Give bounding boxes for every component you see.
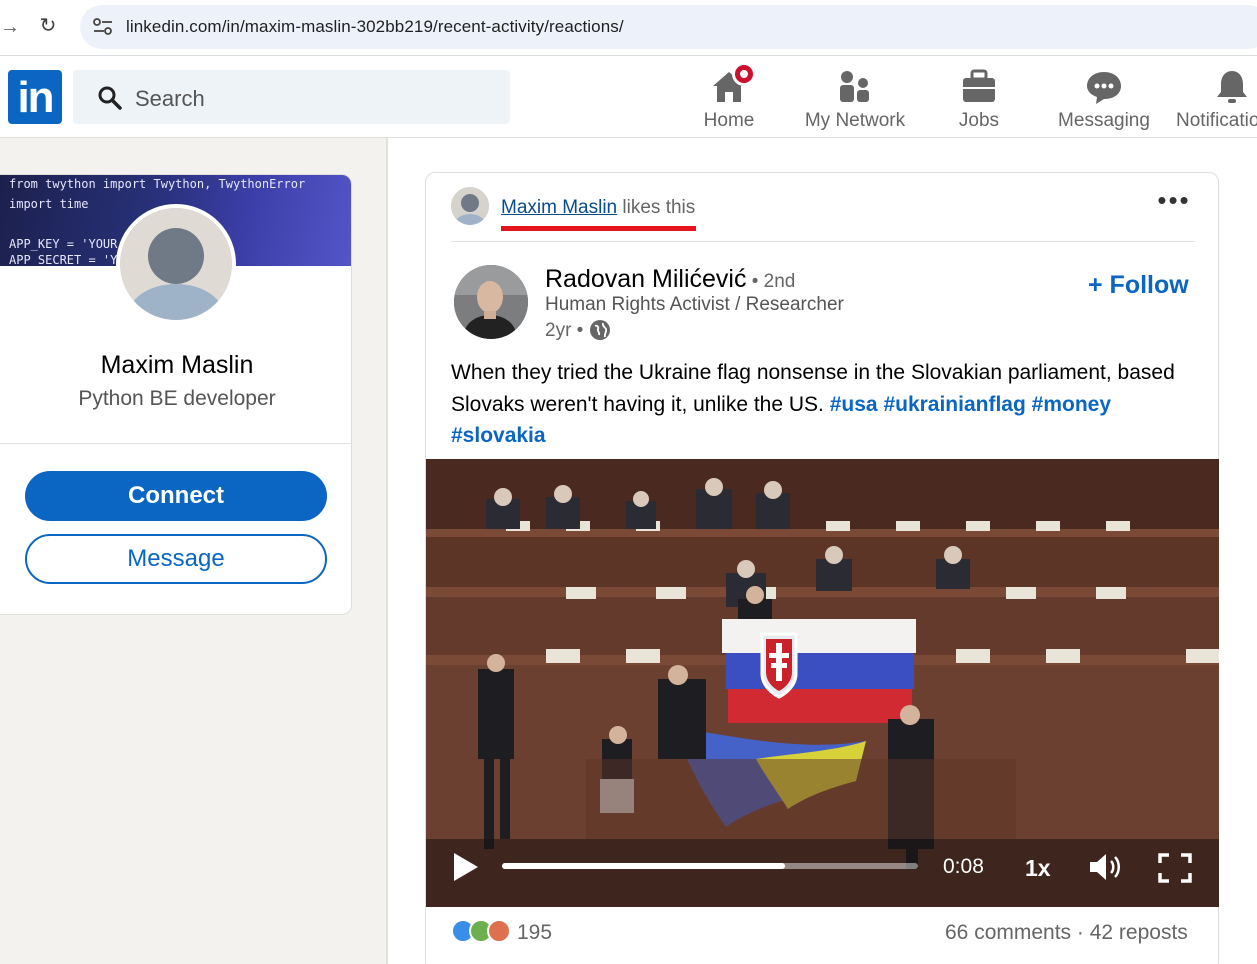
hashtag-link[interactable]: #usa (830, 393, 878, 416)
profile-card: from twython import Twython, TwythonErro… (0, 174, 352, 615)
message-button[interactable]: Message (25, 534, 327, 584)
connection-degree: • 2nd (746, 271, 796, 292)
messaging-icon (1087, 72, 1121, 104)
globe-icon (589, 320, 610, 340)
search-box[interactable]: Search (73, 70, 510, 124)
search-input[interactable]: Search (135, 86, 205, 112)
reposts-count[interactable]: 42 reposts (1090, 921, 1188, 944)
social-counts: 66 comments · 42 reposts (945, 921, 1188, 945)
url-text[interactable]: linkedin.com/in/maxim-maslin-302bb219/re… (126, 17, 624, 37)
volume-icon[interactable] (1088, 851, 1124, 883)
reaction-action-text: likes this (617, 197, 696, 218)
profile-name[interactable]: Maxim Maslin (1, 351, 351, 380)
video-player[interactable]: 0:08 1x (426, 459, 1219, 907)
author-headline: Human Rights Activist / Researcher (545, 294, 844, 315)
love-reaction-icon (487, 919, 511, 943)
notifications-icon (1217, 71, 1247, 103)
hashtag-link[interactable]: #ukrainianflag (883, 393, 1025, 416)
nav-home-label: Home (703, 110, 755, 131)
nav-my-network-label: My Network (804, 110, 906, 131)
banner-code-line: APP_SECRET = 'YOU (9, 253, 132, 266)
more-options-icon[interactable]: ••• (1154, 187, 1194, 219)
linkedin-header: in Search Home My Network Jobs Messaging… (0, 56, 1257, 138)
profile-headline: Python BE developer (78, 387, 276, 410)
post-age: 2yr • (545, 320, 584, 341)
banner-code-line: from twython import Twython, TwythonErro… (9, 177, 306, 191)
nav-notifications-label: Notifications (1176, 110, 1257, 131)
my-network-icon (840, 71, 869, 102)
post-meta: 2yr • (545, 319, 611, 342)
nav-jobs-label: Jobs (958, 110, 1000, 131)
red-underline-annotation (501, 226, 696, 231)
nav-messaging[interactable]: Messaging (1056, 64, 1152, 136)
author-avatar[interactable] (454, 265, 528, 339)
default-avatar-icon (451, 187, 489, 225)
count-separator: · (1071, 921, 1090, 944)
video-time: 0:08 (943, 855, 984, 878)
author-name-text[interactable]: Radovan Milićević (545, 265, 746, 293)
back-arrow-icon[interactable]: → (0, 14, 20, 40)
divider (451, 241, 1195, 242)
follow-button[interactable]: + Follow (1088, 271, 1189, 300)
jobs-icon (963, 69, 995, 102)
reactor-name-link[interactable]: Maxim Maslin (501, 197, 617, 218)
hashtag-link[interactable]: #slovakia (451, 424, 546, 447)
reaction-count[interactable]: 195 (517, 921, 552, 945)
hashtag-link[interactable]: #money (1032, 393, 1111, 416)
fullscreen-icon[interactable] (1158, 853, 1192, 883)
nav-my-network[interactable]: My Network (800, 64, 910, 136)
browser-toolbar: → ↻ linkedin.com/in/maxim-maslin-302bb21… (0, 0, 1257, 56)
reload-icon[interactable]: ↻ (34, 12, 62, 40)
column-divider (386, 138, 388, 964)
divider (0, 443, 351, 444)
nav-messaging-label: Messaging (1058, 110, 1150, 131)
nav-notifications[interactable]: Notifications (1176, 64, 1257, 136)
avatar[interactable] (116, 204, 236, 324)
reactor-avatar[interactable] (451, 187, 489, 225)
video-frame (426, 459, 1219, 907)
notification-badge (732, 62, 756, 86)
default-avatar-icon (120, 208, 232, 320)
author-name[interactable]: Radovan Milićević • 2nd (545, 265, 795, 294)
search-icon (98, 86, 122, 110)
reaction-header: Maxim Maslin likes this (501, 197, 695, 219)
author-photo (454, 265, 528, 339)
nav-jobs[interactable]: Jobs (944, 64, 1014, 136)
video-progress-bar[interactable] (502, 863, 918, 869)
nav-home[interactable]: Home (694, 62, 764, 136)
banner-code-line: APP_KEY = 'YOUR K (9, 237, 132, 251)
post-body: When they tried the Ukraine flag nonsens… (451, 357, 1201, 452)
comments-count[interactable]: 66 comments (945, 921, 1071, 944)
playback-speed-button[interactable]: 1x (1025, 855, 1051, 882)
connect-button[interactable]: Connect (25, 471, 327, 521)
linkedin-logo[interactable]: in (8, 70, 62, 124)
play-icon[interactable] (452, 851, 480, 883)
feed-post: Maxim Maslin likes this ••• Radovan Mili… (425, 172, 1219, 964)
site-info-icon[interactable] (92, 17, 114, 37)
video-progress-fill (502, 863, 785, 869)
address-bar[interactable]: linkedin.com/in/maxim-maslin-302bb219/re… (80, 5, 1257, 49)
banner-code-line: import time (9, 197, 89, 211)
